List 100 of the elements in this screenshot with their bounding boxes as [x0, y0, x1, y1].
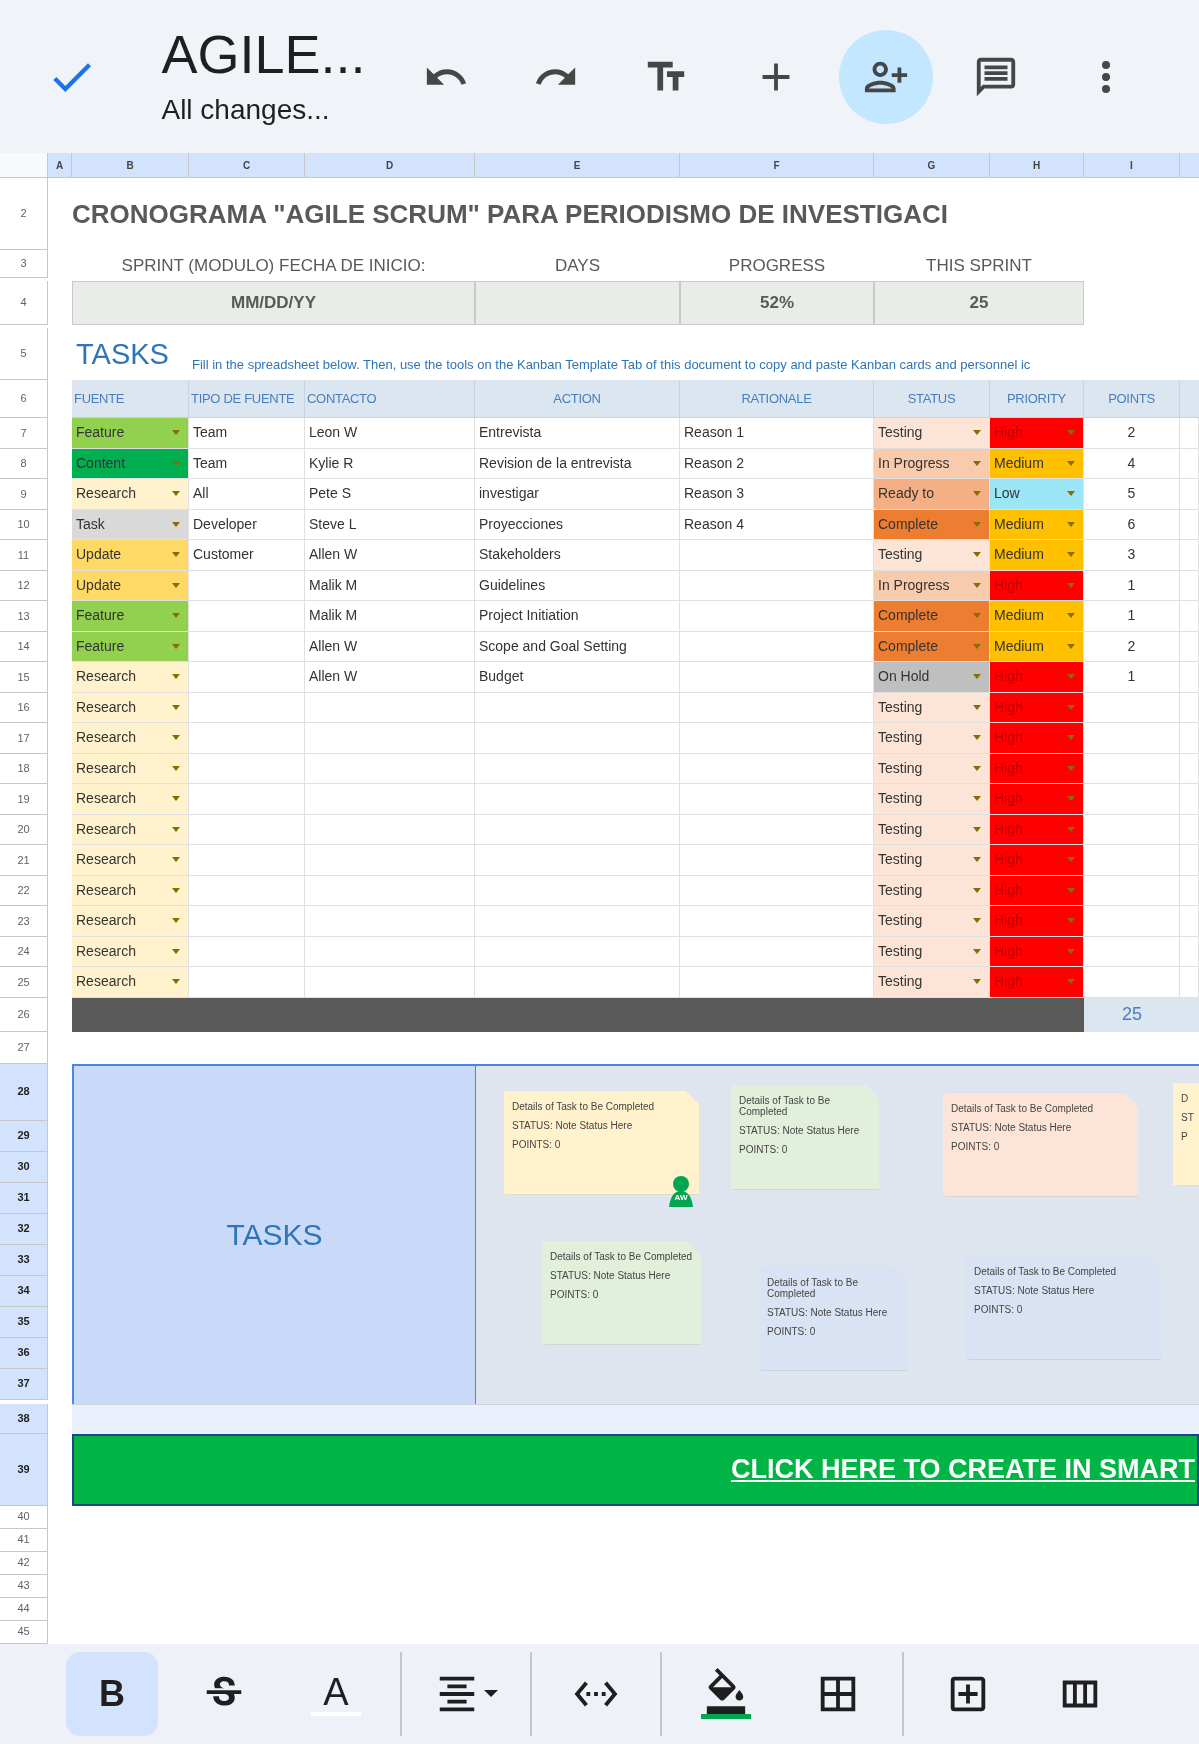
fuente-dropdown[interactable]: Task: [72, 509, 189, 540]
column-letter[interactable]: C: [242, 157, 251, 173]
status-dropdown[interactable]: Testing: [874, 723, 990, 754]
status-dropdown[interactable]: Testing: [874, 906, 990, 937]
row-number[interactable]: 22: [17, 882, 30, 899]
row-number[interactable]: 37: [17, 1375, 30, 1392]
status-dropdown[interactable]: Complete: [874, 509, 990, 540]
status-dropdown[interactable]: In Progress: [874, 448, 990, 479]
priority-dropdown[interactable]: Medium: [990, 448, 1084, 479]
status-dropdown[interactable]: Ready to: [874, 479, 990, 510]
status-dropdown[interactable]: Testing: [874, 418, 990, 449]
priority-dropdown[interactable]: Medium: [990, 540, 1084, 571]
row-number[interactable]: 45: [17, 1623, 30, 1640]
priority-dropdown[interactable]: Low: [990, 479, 1084, 510]
row-number[interactable]: 31: [17, 1189, 30, 1206]
status-dropdown[interactable]: On Hold: [874, 662, 990, 693]
row-number[interactable]: 27: [17, 1038, 30, 1056]
fuente-dropdown[interactable]: Research: [72, 662, 189, 693]
row-number[interactable]: 10: [17, 516, 30, 533]
sticky-note[interactable]: Details of Task to Be Completed STATUS: Note Status Here POINTS: 0: [731, 1084, 879, 1190]
status-dropdown[interactable]: Complete: [874, 631, 990, 662]
row-number[interactable]: 35: [17, 1313, 30, 1330]
fuente-dropdown[interactable]: Content: [72, 448, 189, 479]
row-number[interactable]: 28: [17, 1083, 30, 1100]
row-number[interactable]: 20: [17, 821, 30, 838]
row-number[interactable]: 24: [17, 943, 30, 960]
priority-dropdown[interactable]: Medium: [990, 509, 1084, 540]
row-number[interactable]: 13: [17, 607, 30, 624]
sticky-note[interactable]: Details of Task to Be Completed STATUS: Note Status Here POINTS: 0: [966, 1255, 1161, 1360]
row-number[interactable]: 39: [17, 1460, 30, 1478]
row-number[interactable]: 32: [17, 1220, 30, 1237]
status-dropdown[interactable]: Testing: [874, 784, 990, 815]
row-number[interactable]: 40: [17, 1508, 30, 1525]
status-dropdown[interactable]: Testing: [874, 692, 990, 723]
sticky-note[interactable]: Details of Task to Be Completed STATUS: Note Status Here POINTS: 0: [943, 1092, 1138, 1197]
row-number[interactable]: 4: [20, 294, 27, 311]
priority-dropdown[interactable]: Medium: [990, 601, 1084, 632]
fuente-dropdown[interactable]: Feature: [72, 418, 189, 449]
column-letter[interactable]: I: [1130, 157, 1133, 173]
row-number[interactable]: 34: [17, 1282, 30, 1299]
column-letter[interactable]: A: [55, 157, 64, 173]
fuente-dropdown[interactable]: Research: [72, 814, 189, 845]
row-number[interactable]: 38: [17, 1409, 30, 1427]
column-letter[interactable]: B: [126, 157, 134, 173]
fuente-dropdown[interactable]: Update: [72, 570, 189, 601]
row-number[interactable]: 44: [17, 1600, 30, 1617]
row-number[interactable]: 3: [20, 255, 27, 272]
fuente-dropdown[interactable]: Update: [72, 540, 189, 571]
fuente-dropdown[interactable]: Research: [72, 692, 189, 723]
row-number[interactable]: 33: [17, 1251, 30, 1268]
sticky-note[interactable]: D ST P: [1173, 1082, 1199, 1186]
text-color-button[interactable]: A: [290, 1651, 382, 1736]
row-number[interactable]: 8: [20, 455, 27, 472]
fuente-dropdown[interactable]: Research: [72, 723, 189, 754]
row-number[interactable]: 41: [17, 1531, 30, 1548]
sticky-note[interactable]: Details of Task to Be Completed STATUS: Note Status Here POINTS: 0: [759, 1266, 907, 1371]
status-dropdown[interactable]: Complete: [874, 601, 990, 632]
row-number[interactable]: 29: [17, 1127, 30, 1144]
column-letter[interactable]: F: [773, 157, 780, 173]
status-dropdown[interactable]: Testing: [874, 845, 990, 876]
bold-button[interactable]: B: [66, 1651, 158, 1736]
row-number[interactable]: 17: [17, 729, 30, 746]
status-dropdown[interactable]: Testing: [874, 967, 990, 998]
fuente-dropdown[interactable]: Research: [72, 875, 189, 906]
row-number[interactable]: 21: [17, 851, 30, 868]
row-number[interactable]: 16: [17, 699, 30, 716]
row-number[interactable]: 6: [20, 390, 27, 407]
column-letter[interactable]: G: [927, 157, 936, 173]
row-number[interactable]: 42: [17, 1554, 30, 1571]
row-number[interactable]: 30: [17, 1158, 30, 1175]
row-number[interactable]: 19: [17, 790, 30, 807]
row-number[interactable]: 5: [20, 345, 27, 362]
row-number[interactable]: 9: [20, 485, 27, 502]
status-dropdown[interactable]: In Progress: [874, 570, 990, 601]
status-dropdown[interactable]: Testing: [874, 875, 990, 906]
status-dropdown[interactable]: Testing: [874, 540, 990, 571]
row-number[interactable]: 7: [20, 424, 27, 441]
column-letter[interactable]: D: [385, 157, 394, 173]
row-number[interactable]: 25: [17, 973, 30, 990]
fuente-dropdown[interactable]: Research: [72, 479, 189, 510]
row-number[interactable]: 15: [17, 668, 30, 685]
fuente-dropdown[interactable]: Research: [72, 845, 189, 876]
column-letter[interactable]: E: [573, 157, 581, 173]
row-number[interactable]: 14: [17, 638, 30, 655]
fuente-dropdown[interactable]: Research: [72, 753, 189, 784]
status-dropdown[interactable]: Testing: [874, 814, 990, 845]
fuente-dropdown[interactable]: Research: [72, 967, 189, 998]
row-number[interactable]: 12: [17, 577, 30, 594]
fuente-dropdown[interactable]: Research: [72, 906, 189, 937]
sticky-note[interactable]: Details of Task to Be Completed STATUS: Note Status Here POINTS: 0: [504, 1090, 699, 1195]
row-number[interactable]: 26: [17, 1005, 30, 1023]
status-dropdown[interactable]: Testing: [874, 936, 990, 967]
sticky-note[interactable]: Details of Task to Be Completed STATUS: Note Status Here POINTS: 0: [542, 1240, 701, 1345]
row-number[interactable]: 43: [17, 1577, 30, 1594]
row-number[interactable]: 36: [17, 1344, 30, 1361]
fuente-dropdown[interactable]: Research: [72, 784, 189, 815]
column-letter[interactable]: H: [1032, 157, 1041, 173]
fuente-dropdown[interactable]: Feature: [72, 601, 189, 632]
row-number[interactable]: 18: [17, 760, 30, 777]
row-number[interactable]: 23: [17, 912, 30, 929]
